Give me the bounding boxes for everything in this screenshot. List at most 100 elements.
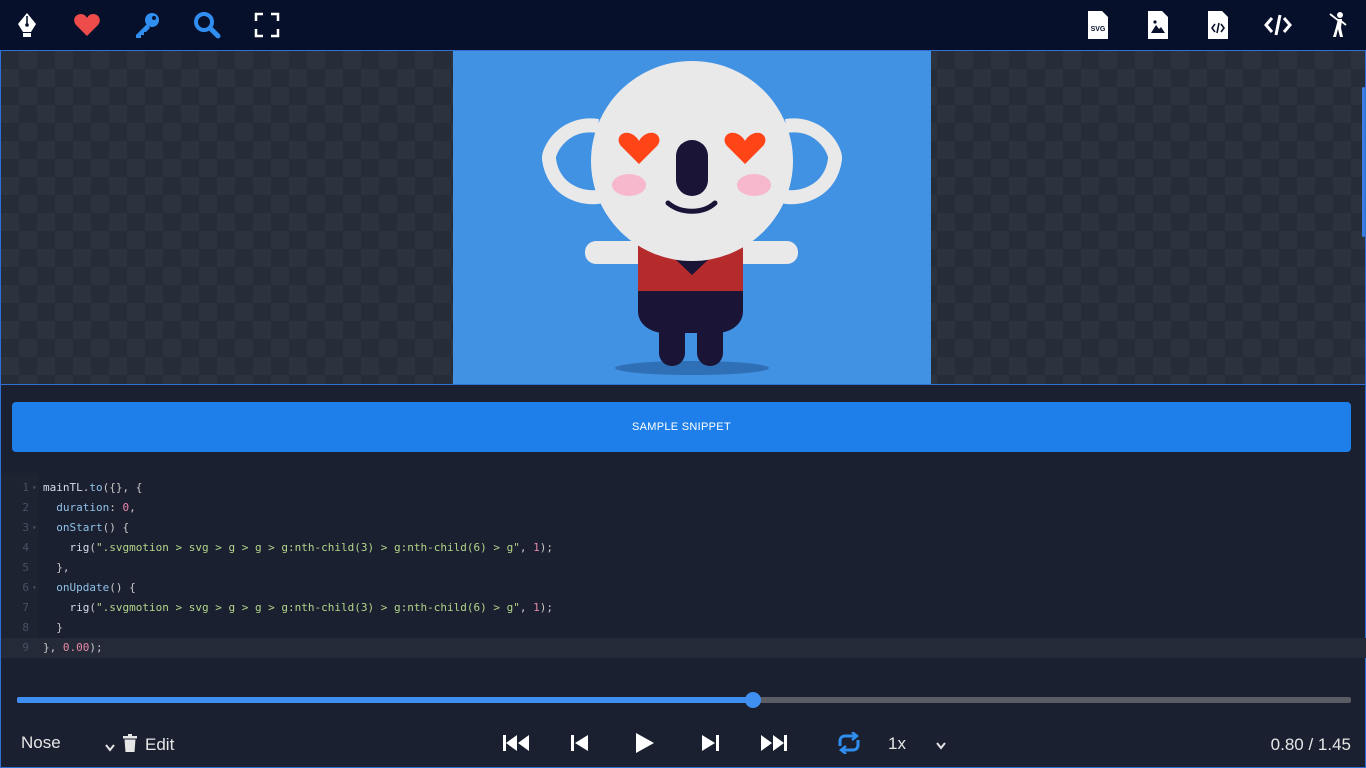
code-token: 0.00	[62, 641, 90, 654]
speed-chevron-down-icon[interactable]	[936, 737, 946, 755]
layer-select-value: Nose	[21, 733, 61, 752]
jump-to-start-button[interactable]	[502, 733, 530, 757]
play-button[interactable]	[634, 732, 656, 759]
code-token: rig	[69, 541, 90, 554]
stage-scrollbar[interactable]	[1362, 87, 1365, 237]
previous-frame-button[interactable]	[570, 733, 590, 757]
jump-to-end-button[interactable]	[760, 733, 788, 757]
edit-label: Edit	[145, 735, 175, 754]
code-line[interactable]: 4 rig(".svgmotion > svg > g > g > g:nth-…	[1, 538, 1366, 558]
layer-select[interactable]: Nose	[21, 733, 115, 755]
code-token: mainTL	[43, 481, 83, 494]
code-text: onStart() {	[43, 518, 129, 538]
key-icon[interactable]	[131, 9, 163, 41]
time-display: 0.80 / 1.45	[1270, 735, 1351, 754]
code-token: (	[89, 541, 96, 554]
chevron-down-icon	[105, 737, 115, 757]
code-text: }	[43, 618, 63, 638]
code-token: ,	[129, 501, 136, 514]
code-line[interactable]: 8 }	[1, 618, 1366, 638]
line-number: 3	[22, 521, 29, 534]
code-token: }	[43, 621, 63, 634]
artboard[interactable]	[453, 51, 931, 384]
code-text: onUpdate() {	[43, 578, 136, 598]
loop-toggle[interactable]	[835, 730, 863, 759]
fold-toggle-icon[interactable]: ▾	[32, 478, 37, 498]
code-text: },	[43, 558, 70, 578]
search-icon[interactable]	[191, 9, 223, 41]
code-text: rig(".svgmotion > svg > g > g > g:nth-ch…	[43, 538, 553, 558]
code-token: );	[89, 641, 103, 654]
code-file-icon[interactable]	[1202, 9, 1234, 41]
fold-toggle-icon[interactable]: ▾	[32, 518, 37, 538]
code-token: onStart	[56, 521, 103, 534]
line-number: 7	[22, 601, 29, 614]
code-line[interactable]: 3 ▾ onStart() {	[1, 518, 1366, 538]
loop-icon	[835, 730, 863, 759]
code-token: ,	[519, 541, 534, 554]
code-line[interactable]: 6 ▾ onUpdate() {	[1, 578, 1366, 598]
fullscreen-icon[interactable]	[251, 9, 283, 41]
heart-icon[interactable]	[71, 9, 103, 41]
code-token: );	[539, 541, 553, 554]
playback-speed[interactable]: 1x	[888, 734, 906, 754]
line-number: 2	[22, 501, 29, 514]
svg-file-icon[interactable]: SVG	[1082, 9, 1114, 41]
code-text: duration: 0,	[43, 498, 136, 518]
fold-toggle-icon[interactable]: ▾	[32, 578, 37, 598]
code-token: () {	[109, 581, 136, 594]
fast-rewind-icon	[503, 734, 529, 757]
code-token: (	[89, 601, 96, 614]
code-token: 1	[533, 601, 540, 614]
code-editor[interactable]: 1 ▾ mainTL.to({}, {2 duration: 0, 3 ▾ onStar…	[1, 473, 1366, 658]
next-frame-button[interactable]	[700, 733, 720, 757]
edit-button[interactable]: Edit	[123, 733, 175, 757]
playback-controls: Nose Edit 1x 0.80 / 1.45	[1, 725, 1366, 765]
line-number: 9	[22, 641, 29, 654]
code-line[interactable]: 1 ▾ mainTL.to({}, {	[1, 478, 1366, 498]
code-icon[interactable]	[1262, 9, 1294, 41]
code-token: duration	[56, 501, 110, 514]
fast-forward-icon	[761, 734, 787, 757]
code-line[interactable]: 9}, 0.00);	[1, 638, 1366, 658]
sample-snippet-button[interactable]: SAMPLE SNIPPET	[12, 402, 1351, 452]
code-token: () {	[102, 521, 130, 534]
step-forward-icon	[701, 734, 719, 757]
line-number: 8	[22, 621, 29, 634]
golfer-icon[interactable]	[1322, 9, 1354, 41]
top-toolbar: SVG	[0, 0, 1366, 50]
timeline-progress	[17, 697, 754, 703]
code-token: );	[539, 601, 553, 614]
code-text: }, 0.00);	[43, 638, 103, 658]
koala-character-illustration	[542, 61, 842, 375]
timeline-thumb[interactable]	[745, 692, 762, 708]
code-token: to	[89, 481, 103, 494]
code-token: 1	[533, 541, 540, 554]
code-line[interactable]: 5 },	[1, 558, 1366, 578]
code-token: onUpdate	[56, 581, 110, 594]
code-text: rig(".svgmotion > svg > g > g > g:nth-ch…	[43, 598, 553, 618]
code-token: :	[109, 501, 123, 514]
line-number: 1	[22, 481, 29, 494]
code-line[interactable]: 2 duration: 0,	[1, 498, 1366, 518]
code-token: ".svgmotion > svg > g > g > g:nth-child(…	[96, 541, 520, 554]
timeline-slider[interactable]	[17, 692, 1351, 708]
image-file-icon[interactable]	[1142, 9, 1174, 41]
animation-stage	[0, 50, 1366, 385]
code-text: mainTL.to({}, {	[43, 478, 142, 498]
code-line[interactable]: 7 rig(".svgmotion > svg > g > g > g:nth-…	[1, 598, 1366, 618]
editor-panel: SAMPLE SNIPPET 1 ▾ mainTL.to({}, {2 durati…	[0, 385, 1366, 768]
play-icon	[635, 732, 655, 759]
line-number: 6	[22, 581, 29, 594]
code-token: rig	[69, 601, 90, 614]
pen-nib-icon[interactable]	[11, 9, 43, 41]
trash-icon	[123, 733, 137, 757]
code-token: },	[43, 641, 63, 654]
code-token: },	[43, 561, 70, 574]
code-token: ,	[519, 601, 534, 614]
